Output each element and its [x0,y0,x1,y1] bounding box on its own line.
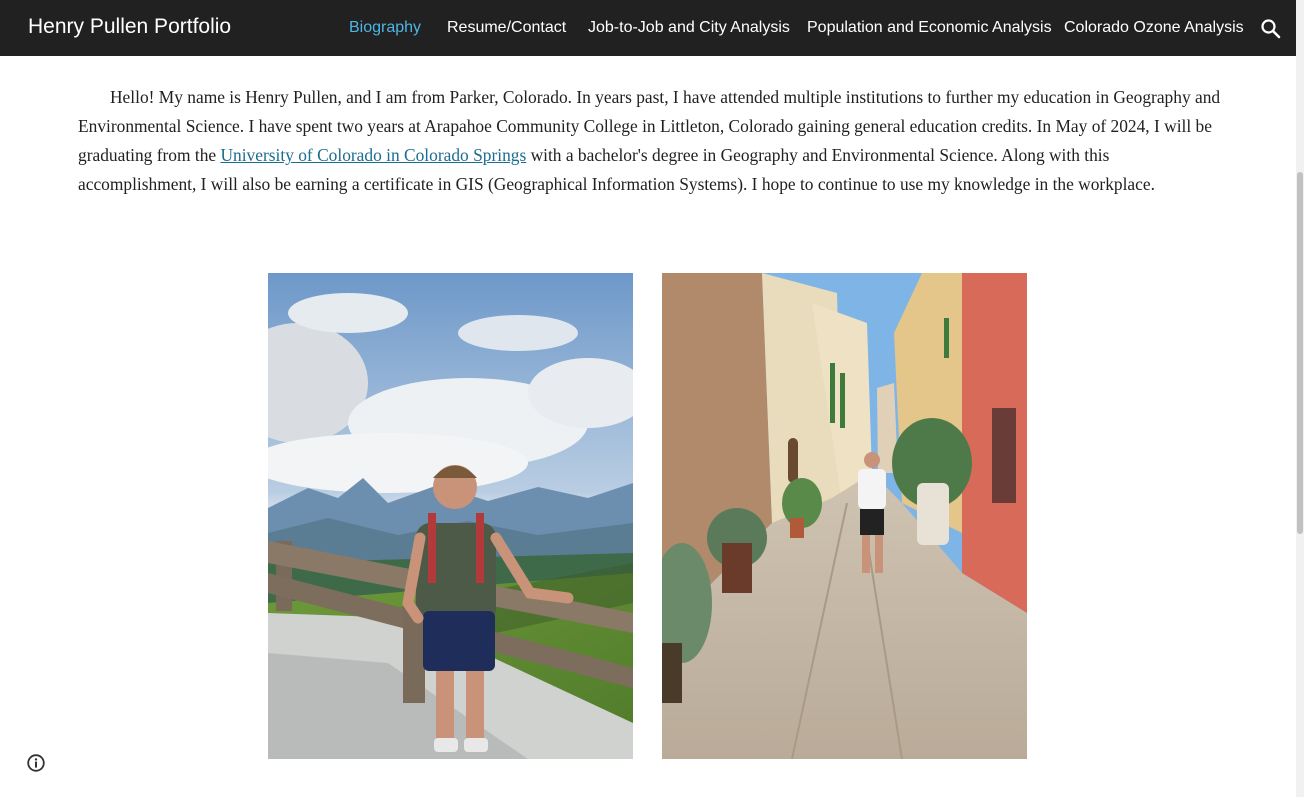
site-title[interactable]: Henry Pullen Portfolio [28,15,231,39]
nav-population-economic[interactable]: Population and Economic Analysis [807,19,1052,37]
nav-resume-contact[interactable]: Resume/Contact [447,19,566,37]
info-icon[interactable] [26,753,46,773]
uccs-link[interactable]: University of Colorado in Colorado Sprin… [220,145,526,165]
street-photo [662,273,1027,759]
top-bar: Henry Pullen Portfolio Biography Resume/… [0,0,1296,56]
search-icon[interactable] [1259,17,1283,41]
nav-job-to-job[interactable]: Job-to-Job and City Analysis [588,19,790,37]
nav-biography[interactable]: Biography [349,19,421,37]
nav-colorado-ozone[interactable]: Colorado Ozone Analysis [1064,19,1244,37]
biography-text: Hello! My name is Henry Pullen, and I am… [78,83,1228,199]
mountain-photo [268,273,633,759]
scrollbar-thumb[interactable] [1297,172,1303,534]
